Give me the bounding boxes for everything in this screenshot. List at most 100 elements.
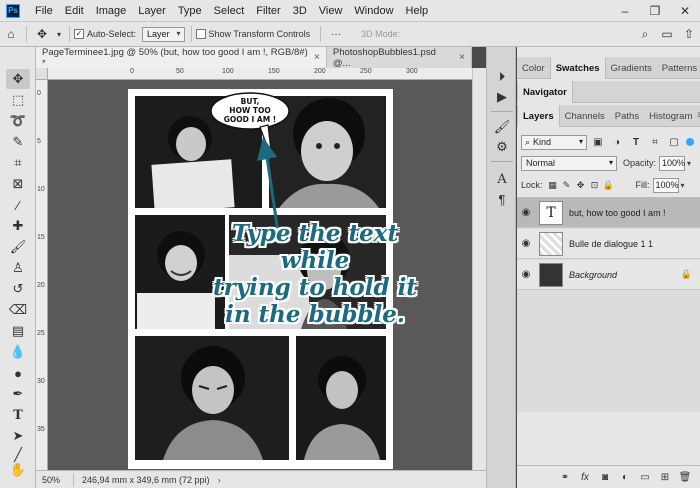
lasso-tool-icon[interactable]: ➰ — [6, 111, 30, 131]
tab-photoshopbubbles[interactable]: PhotoshopBubbles1.psd @... × — [327, 47, 472, 69]
brush-settings-icon[interactable]: 🖌 — [491, 117, 513, 137]
auto-select-checkbox[interactable]: ✓ — [74, 29, 84, 39]
marquee-tool-icon[interactable]: ⬚ — [6, 90, 30, 110]
link-layers-icon[interactable]: ⚭ — [556, 472, 574, 483]
smart-object-filter-icon[interactable]: ▢ — [666, 137, 682, 148]
menu-3d[interactable]: 3D — [287, 5, 313, 17]
eye-icon[interactable]: ◉ — [517, 207, 535, 218]
move-tool-icon[interactable]: ✥ — [6, 69, 30, 89]
trash-icon[interactable]: 🗑 — [676, 472, 694, 483]
lock-all-icon[interactable]: 🔒 — [602, 180, 616, 191]
menu-edit[interactable]: Edit — [59, 5, 90, 17]
tab-channels[interactable]: Channels — [560, 105, 610, 127]
dodge-tool-icon[interactable]: ● — [6, 363, 30, 383]
menu-window[interactable]: Window — [348, 5, 399, 17]
eye-icon[interactable]: ◉ — [517, 269, 535, 280]
layer-row[interactable]: ◉ Bulle de dialogue 1 1 — [517, 229, 700, 259]
lock-transparent-icon[interactable]: ▦ — [546, 180, 560, 191]
horizontal-ruler[interactable]: 0 50 100 150 200 250 300 — [48, 68, 472, 80]
new-group-icon[interactable]: ▭ — [636, 472, 654, 483]
home-icon[interactable]: ⌂ — [0, 24, 22, 44]
path-select-tool-icon[interactable]: ➤ — [6, 426, 30, 446]
menu-layer[interactable]: Layer — [132, 5, 172, 17]
new-layer-icon[interactable]: ⊞ — [656, 472, 674, 483]
vertical-ruler[interactable]: 0 5 10 15 20 25 30 35 — [36, 80, 48, 470]
bubble-text[interactable]: BUT, HOW TOO GOOD I AM ! — [215, 97, 285, 124]
shape-filter-icon[interactable]: ⌗ — [647, 137, 663, 148]
close-icon[interactable]: × — [459, 52, 465, 63]
tab-swatches[interactable]: Swatches — [549, 57, 606, 79]
menu-select[interactable]: Select — [208, 5, 251, 17]
kind-filter-dropdown[interactable]: ⌕ Kind — [521, 134, 587, 150]
menu-help[interactable]: Help — [400, 5, 435, 17]
menu-type[interactable]: Type — [172, 5, 208, 17]
character-icon[interactable]: A — [491, 169, 513, 189]
tab-histogram[interactable]: Histogram — [644, 105, 697, 127]
menu-file[interactable]: File — [29, 5, 59, 17]
blur-tool-icon[interactable]: 💧 — [6, 342, 30, 362]
eye-icon[interactable]: ◉ — [517, 238, 535, 249]
pen-tool-icon[interactable]: ✒ — [6, 384, 30, 404]
zoom-level[interactable]: 50% — [36, 472, 74, 487]
type-filter-icon[interactable]: T — [628, 137, 644, 148]
close-icon[interactable]: ✕ — [670, 0, 700, 22]
add-mask-icon[interactable]: ◙ — [596, 472, 614, 483]
status-menu-arrow[interactable]: › — [218, 475, 221, 485]
type-tool-icon[interactable]: T — [6, 405, 30, 425]
tab-layers[interactable]: Layers — [517, 105, 560, 127]
align-options-icon[interactable]: ··· — [325, 24, 347, 44]
move-tool-icon[interactable]: ✥ — [31, 24, 53, 44]
adjustments-icon[interactable]: ⚙ — [491, 137, 513, 157]
workspace-icon[interactable]: ▭ — [656, 24, 678, 44]
tab-gradients[interactable]: Gradients — [606, 57, 657, 79]
chevron-down-icon[interactable]: ▾ — [687, 159, 691, 168]
opacity-field[interactable]: 100% — [659, 155, 685, 171]
vertical-scrollbar[interactable] — [472, 68, 486, 470]
layer-name[interactable]: but, how too good I am ! — [569, 208, 666, 218]
tab-patterns[interactable]: Patterns — [657, 57, 700, 79]
fx-icon[interactable]: fx — [576, 472, 594, 483]
actions-icon[interactable]: ▶ — [491, 87, 513, 107]
filter-toggle[interactable] — [686, 138, 694, 146]
frame-tool-icon[interactable]: ⊠ — [6, 174, 30, 194]
eraser-tool-icon[interactable]: ⌫ — [6, 300, 30, 320]
layer-name[interactable]: Bulle de dialogue 1 1 — [569, 239, 653, 249]
adjustment-layer-icon[interactable]: ◐ — [616, 472, 634, 483]
lock-position-icon[interactable]: ✥ — [574, 180, 588, 191]
tab-color[interactable]: Color — [517, 57, 550, 79]
tab-pageterminee[interactable]: PageTerminee1.jpg @ 50% (but, how too go… — [36, 47, 327, 69]
tab-navigator[interactable]: Navigator — [517, 81, 573, 103]
menu-filter[interactable]: Filter — [250, 5, 286, 17]
auto-select-dropdown[interactable]: Layer — [142, 26, 185, 42]
chevron-down-icon[interactable]: ▾ — [681, 181, 685, 190]
blend-mode-dropdown[interactable]: Normal — [521, 155, 617, 171]
hand-tool-icon[interactable]: ✋ — [6, 460, 30, 480]
history-brush-icon[interactable]: ↺ — [6, 279, 30, 299]
layer-row[interactable]: ◉ T but, how too good I am ! — [517, 198, 700, 228]
menu-view[interactable]: View — [313, 5, 349, 17]
lock-artboard-icon[interactable]: ⊡ — [588, 180, 602, 191]
fill-field[interactable]: 100% — [652, 177, 679, 193]
maximize-icon[interactable]: ❐ — [640, 0, 670, 22]
paragraph-icon[interactable]: ¶ — [491, 189, 513, 209]
healing-tool-icon[interactable]: ✚ — [6, 216, 30, 236]
crop-tool-icon[interactable]: ⌗ — [6, 153, 30, 173]
layer-row[interactable]: ◉ Background 🔒 — [517, 260, 700, 290]
transform-controls-checkbox[interactable] — [195, 29, 206, 39]
pixel-filter-icon[interactable]: ▣ — [590, 137, 606, 148]
quick-select-tool-icon[interactable]: ✎ — [6, 132, 30, 152]
tab-paths[interactable]: Paths — [610, 105, 644, 127]
history-icon[interactable]: ⏵ — [491, 67, 513, 87]
brush-tool-icon[interactable]: 🖌 — [6, 237, 30, 257]
minimize-icon[interactable]: – — [610, 0, 640, 22]
stamp-tool-icon[interactable]: ♙ — [6, 258, 30, 278]
menu-image[interactable]: Image — [90, 5, 133, 17]
share-icon[interactable]: ⇧ — [678, 24, 700, 44]
adjustment-filter-icon[interactable]: ◑ — [609, 137, 625, 148]
search-icon[interactable]: ⌕ — [634, 24, 656, 44]
eyedropper-tool-icon[interactable]: ⁄ — [6, 195, 30, 215]
layer-name[interactable]: Background — [569, 270, 617, 280]
lock-pixels-icon[interactable]: ✎ — [560, 180, 574, 191]
close-icon[interactable]: × — [314, 52, 320, 63]
chevron-down-icon[interactable]: ▾ — [53, 24, 65, 44]
